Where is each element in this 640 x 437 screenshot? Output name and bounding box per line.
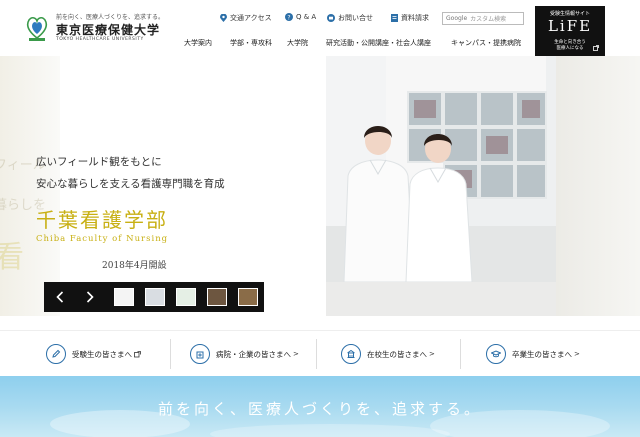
arrow-right-icon: > [429,350,435,358]
hero-title-en: Chiba Faculty of Nursing [36,234,169,244]
audience-label-3: 在校生の皆さまへ [367,349,427,359]
audience-prospective-students[interactable]: 受験生の皆さまへ [46,331,141,377]
slide-thumbnail-3[interactable] [176,288,196,306]
life-top-label: 受験生情報サイト [549,11,590,17]
hero-title: 千葉看護学部 [36,208,168,232]
slide-thumbnail-2[interactable] [145,288,165,306]
chevron-left-icon [56,291,64,303]
hero-slideshow: フィール 暮らしを 看 広いフィールド観をもとに 安心な暮らしを支える看護専門職… [0,56,640,316]
external-link-icon [134,350,141,357]
hero-line-2: 安心な暮らしを支える看護専門職を育成 [36,178,225,190]
hero-opening-date: 2018年4月開設 [102,261,167,271]
external-link-icon [593,45,599,51]
qa-link[interactable]: ? Q & A [285,13,316,21]
university-logo[interactable]: 前を向く、医療人づくりを、追求する。 東京医療保健大学 TOKYO HEALTH… [26,12,166,46]
slide-thumbnail-bar [44,282,264,312]
contact-label: お問い合せ [338,14,373,22]
hospital-icon [190,344,210,364]
prev-slide-button[interactable] [46,282,74,312]
slogan-text: 前を向く、医療人づくりを、追求する。 [157,400,482,418]
nav-item-faculties[interactable]: 学部・専攻科 [230,38,272,48]
slide-thumbnail-1[interactable] [114,288,134,306]
slide-thumbnail-4[interactable] [207,288,227,306]
contact-link[interactable]: お問い合せ [327,13,373,23]
document-icon [391,14,398,22]
question-icon: ? [285,13,293,21]
ghost-text-3: 看 [0,240,24,275]
arrow-right-icon: > [293,350,299,358]
nav-item-research[interactable]: 研究活動・公開講座・社会人講座 [326,38,431,48]
audience-alumni[interactable]: 卒業生の皆さまへ > [486,331,580,377]
audience-hospitals-companies[interactable]: 病院・企業の皆さまへ > [190,331,299,377]
access-label: 交通アクセス [230,14,272,22]
graduation-cap-icon [486,344,506,364]
access-link[interactable]: 交通アクセス [220,13,272,23]
hero-photo-nurses [326,56,556,282]
audience-label-2: 病院・企業の皆さまへ [216,349,291,359]
audience-divider [460,339,461,369]
logo-tagline: 前を向く、医療人づくりを、追求する。 [56,14,165,21]
life-logo: LiFE [547,17,593,35]
audience-navigation: 受験生の皆さまへ 病院・企業の皆さまへ > 在校生の皆さまへ > 卒業生の皆さま… [0,330,640,376]
hero-photo-floor [326,282,556,316]
logo-name-en: TOKYO HEALTHCARE UNIVERSITY [56,37,144,42]
map-pin-icon [220,14,227,22]
mail-icon [327,14,335,22]
next-slide-button[interactable] [76,282,104,312]
building-icon [341,344,361,364]
slide-thumbnail-5[interactable] [238,288,258,306]
chevron-right-icon [86,291,94,303]
next-slide-ghost [556,56,640,316]
search-placeholder: カスタム検索 [470,16,507,23]
audience-divider [170,339,171,369]
audience-label-4: 卒業生の皆さまへ [512,349,572,359]
nurses-illustration [326,56,556,282]
search-input[interactable]: Google カスタム検索 [442,12,524,25]
audience-divider [316,339,317,369]
nav-item-about[interactable]: 大学案内 [184,38,212,48]
nav-item-graduate[interactable]: 大学院 [287,38,308,48]
slogan-banner: 前を向く、医療人づくりを、追求する。 [0,376,640,437]
pencil-icon [46,344,66,364]
hero-line-1: 広いフィールド観をもとに [36,156,162,168]
audience-current-students[interactable]: 在校生の皆さまへ > [341,331,435,377]
logo-name: 東京医療保健大学 [56,23,161,37]
arrow-right-icon: > [574,350,580,358]
site-header: 前を向く、医療人づくりを、追求する。 東京医療保健大学 TOKYO HEALTH… [0,0,640,56]
logo-heart-icon [26,16,48,41]
request-label: 資料請求 [401,14,429,22]
svg-text:?: ? [287,14,290,21]
request-link[interactable]: 資料請求 [391,13,429,23]
nav-item-campus[interactable]: キャンパス・提携病院 [451,38,521,48]
life-site-banner[interactable]: 受験生情報サイト LiFE 生命と向き合う 医療人になる [535,6,605,56]
search-brand: Google [446,15,468,22]
qa-label: Q & A [296,13,317,21]
audience-label-1: 受験生の皆さまへ [72,349,132,359]
